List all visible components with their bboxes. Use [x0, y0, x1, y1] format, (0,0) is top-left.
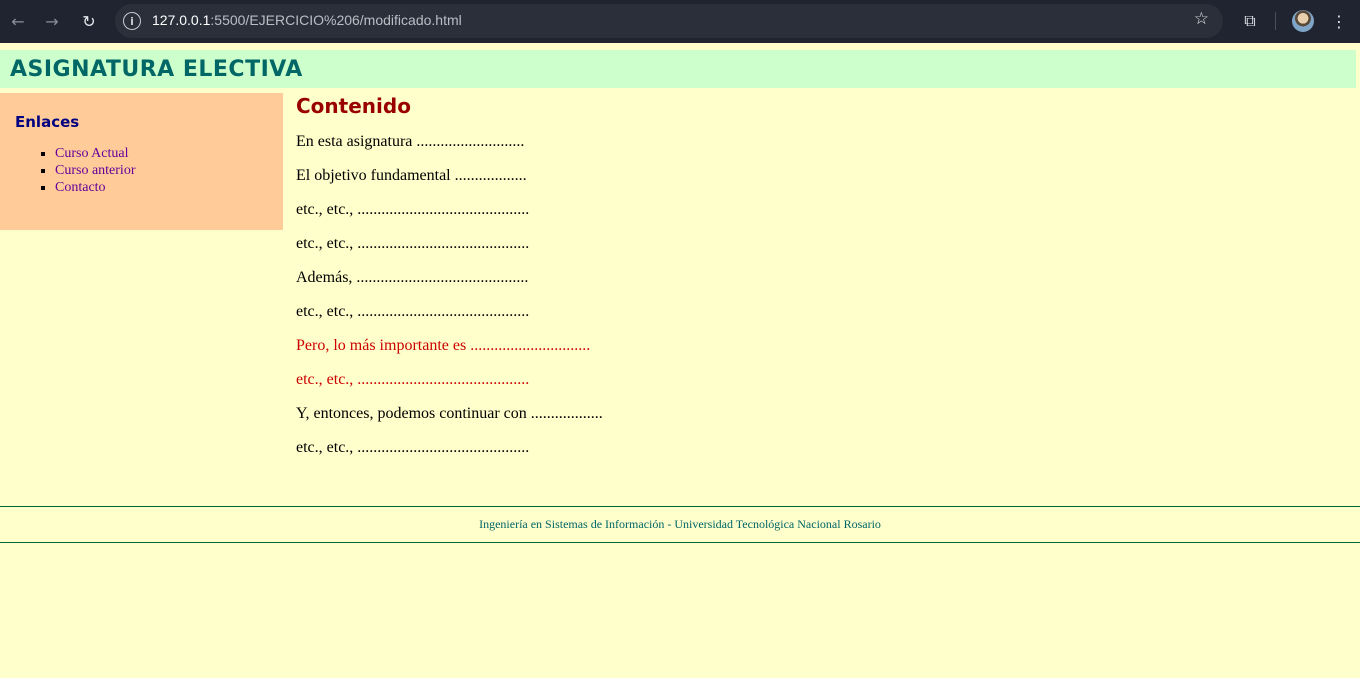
- highlighted-paragraph: Pero, lo más importante es .............…: [296, 337, 591, 354]
- highlighted-paragraph: etc., etc., ............................…: [296, 371, 530, 388]
- bookmark-star-icon[interactable]: ☆: [1194, 9, 1209, 29]
- profile-avatar[interactable]: [1292, 10, 1314, 32]
- paragraph: El objetivo fundamental ................…: [296, 167, 527, 184]
- site-title: ASIGNATURA ELECTIVA: [10, 57, 303, 82]
- site-info-icon[interactable]: i: [123, 12, 141, 30]
- sidebar: Enlaces Curso Actual Curso anterior Cont…: [0, 93, 283, 230]
- link-curso-anterior[interactable]: Curso anterior: [55, 163, 135, 178]
- list-item: Contacto: [55, 179, 135, 196]
- extensions-puzzle-icon[interactable]: ⧉: [1238, 9, 1262, 33]
- sidebar-title: Enlaces: [15, 113, 80, 131]
- footer-bottom-rule: [0, 542, 1360, 543]
- url-host: 127.0.0.1: [152, 12, 211, 28]
- web-page: ASIGNATURA ELECTIVA Enlaces Curso Actual…: [0, 45, 1360, 678]
- back-arrow-icon[interactable]: ←: [6, 9, 30, 33]
- paragraph: etc., etc., ............................…: [296, 201, 530, 218]
- paragraph: Y, entonces, podemos continuar con .....…: [296, 405, 603, 422]
- footer-top-rule: [0, 506, 1360, 507]
- url-path: :5500/EJERCICIO%206/modificado.html: [210, 12, 462, 28]
- address-bar[interactable]: i 127.0.0.1:5500/EJERCICIO%206/modificad…: [115, 4, 1223, 38]
- address-url[interactable]: 127.0.0.1:5500/EJERCICIO%206/modificado.…: [152, 12, 462, 28]
- paragraph: etc., etc., ............................…: [296, 303, 530, 320]
- paragraph: Además, ................................…: [296, 269, 529, 286]
- list-item: Curso anterior: [55, 162, 135, 179]
- link-curso-actual[interactable]: Curso Actual: [55, 146, 129, 161]
- link-contacto[interactable]: Contacto: [55, 180, 106, 195]
- footer-text: Ingeniería en Sistemas de Información - …: [479, 517, 881, 531]
- site-header: ASIGNATURA ELECTIVA: [0, 50, 1356, 88]
- content-title: Contenido: [296, 94, 411, 118]
- paragraph: etc., etc., ............................…: [296, 439, 530, 456]
- browser-toolbar: ← → ↻ i 127.0.0.1:5500/EJERCICIO%206/mod…: [0, 0, 1360, 43]
- paragraph: En esta asignatura .....................…: [296, 133, 525, 150]
- paragraph: etc., etc., ............................…: [296, 235, 530, 252]
- kebab-menu-icon[interactable]: ⋮: [1327, 9, 1351, 33]
- sidebar-link-list: Curso Actual Curso anterior Contacto: [55, 145, 135, 196]
- list-item: Curso Actual: [55, 145, 135, 162]
- forward-arrow-icon[interactable]: →: [40, 9, 64, 33]
- toolbar-divider: [1275, 12, 1276, 30]
- reload-icon[interactable]: ↻: [77, 9, 101, 33]
